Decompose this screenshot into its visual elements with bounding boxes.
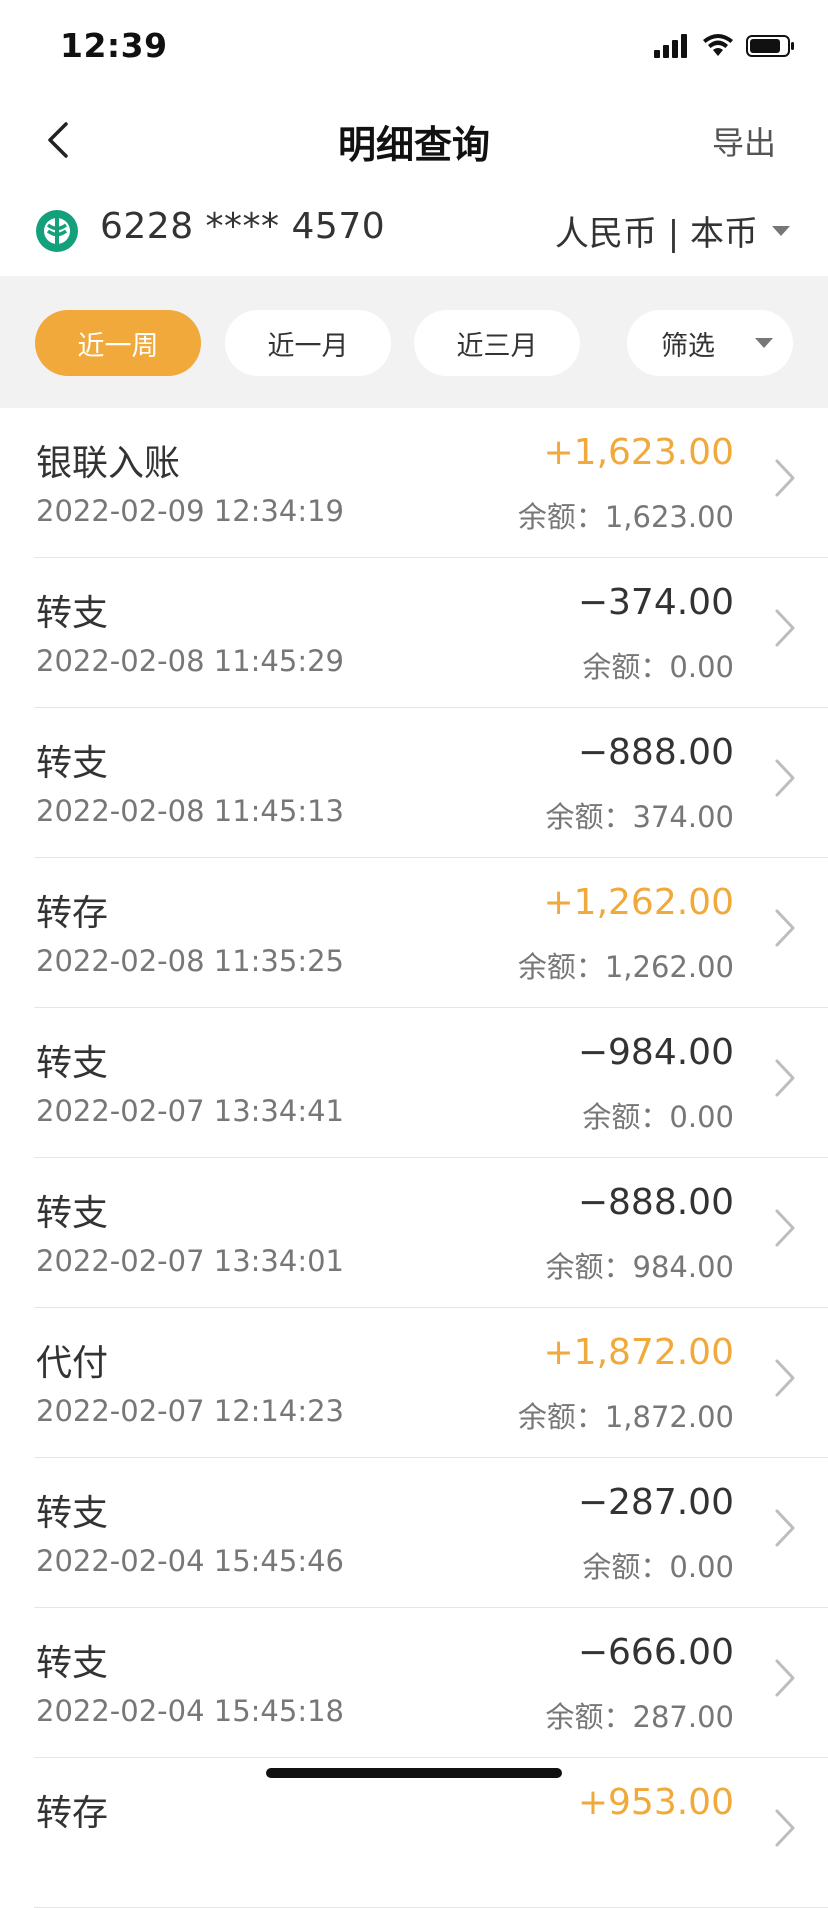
transaction-row[interactable]: 转支 2022-02-04 15:45:18 −666.00 余额：287.00 xyxy=(0,1608,828,1758)
transaction-row[interactable]: 代付 2022-02-07 12:14:23 +1,872.00 余额：1,872.0… xyxy=(0,1308,828,1458)
transaction-row[interactable]: 转支 2022-02-07 13:34:01 −888.00 余额：984.00 xyxy=(0,1158,828,1308)
transaction-amount: −666.00 xyxy=(577,1632,734,1673)
transaction-time: 2022-02-04 15:45:46 xyxy=(36,1544,344,1578)
transaction-balance: 余额：0.00 xyxy=(582,644,734,686)
chevron-right-icon xyxy=(775,609,795,647)
balance-prefix: 余额： xyxy=(517,500,605,534)
transaction-row[interactable]: 转存 +953.00 xyxy=(0,1758,828,1908)
transaction-title: 转支 xyxy=(36,593,109,634)
transaction-title: 转支 xyxy=(36,743,109,784)
transaction-title: 转存 xyxy=(36,893,109,934)
transaction-row[interactable]: 转支 2022-02-08 11:45:29 −374.00 余额：0.00 xyxy=(0,558,828,708)
transaction-row[interactable]: 转存 2022-02-08 11:35:25 +1,262.00 余额：1,262.0… xyxy=(0,858,828,1008)
transaction-time: 2022-02-08 11:35:25 xyxy=(36,944,344,978)
export-button[interactable]: 导出 xyxy=(712,118,776,164)
transaction-balance: 余额：1,872.00 xyxy=(518,1394,734,1436)
chevron-right-icon xyxy=(775,1509,795,1547)
balance-prefix: 余额： xyxy=(545,800,633,834)
transaction-amount: +1,623.00 xyxy=(543,432,734,473)
transaction-title: 银联入账 xyxy=(36,443,181,484)
transaction-title: 代付 xyxy=(36,1343,109,1384)
transaction-amount: −888.00 xyxy=(577,732,734,773)
balance-prefix: 余额： xyxy=(545,1700,633,1734)
caret-down-icon xyxy=(755,338,773,348)
transaction-row[interactable]: 转支 2022-02-07 13:34:41 −984.00 余额：0.00 xyxy=(0,1008,828,1158)
balance-value: 1,262.00 xyxy=(604,950,734,984)
card-number: 6228 **** 4570 xyxy=(100,206,386,247)
transaction-row[interactable]: 转支 2022-02-04 15:45:46 −287.00 余额：0.00 xyxy=(0,1458,828,1608)
transaction-amount: −888.00 xyxy=(577,1182,734,1223)
balance-prefix: 余额： xyxy=(517,950,605,984)
caret-down-icon xyxy=(772,225,790,236)
chevron-right-icon xyxy=(775,1659,795,1697)
filter-chip-week[interactable]: 近一周 xyxy=(35,310,201,376)
balance-value: 984.00 xyxy=(632,1250,734,1284)
bank-logo-icon xyxy=(36,210,78,252)
transaction-balance: 余额：984.00 xyxy=(546,1244,735,1286)
filter-bar: 近一周 近一月 近三月 筛选 xyxy=(0,276,828,408)
transaction-balance: 余额：1,623.00 xyxy=(518,494,734,536)
account-row: 6228 **** 4570 人民币 | 本币 xyxy=(0,188,828,276)
transaction-row[interactable]: 转支 2022-02-08 11:45:13 −888.00 余额：374.00 xyxy=(0,708,828,858)
chevron-right-icon xyxy=(775,909,795,947)
transaction-balance: 余额：0.00 xyxy=(582,1094,734,1136)
status-icons xyxy=(654,34,796,58)
balance-prefix: 余额： xyxy=(545,1250,633,1284)
transaction-amount: −984.00 xyxy=(577,1032,734,1073)
balance-prefix: 余额： xyxy=(582,1100,670,1134)
signal-icon xyxy=(654,34,687,58)
wifi-icon xyxy=(703,34,733,56)
chevron-right-icon xyxy=(775,459,795,497)
balance-prefix: 余额： xyxy=(582,650,670,684)
chevron-right-icon xyxy=(775,759,795,797)
balance-prefix: 余额： xyxy=(582,1550,670,1584)
transaction-balance: 余额：374.00 xyxy=(546,794,735,836)
balance-value: 1,872.00 xyxy=(604,1400,734,1434)
transaction-amount: −287.00 xyxy=(577,1482,734,1523)
chevron-right-icon xyxy=(775,1209,795,1247)
transaction-time: 2022-02-07 13:34:01 xyxy=(36,1244,344,1278)
transaction-list: 银联入账 2022-02-09 12:34:19 +1,623.00 余额：1,623… xyxy=(0,408,828,1908)
balance-value: 287.00 xyxy=(632,1700,734,1734)
transaction-amount: −374.00 xyxy=(577,582,734,623)
transaction-balance: 余额：0.00 xyxy=(582,1544,734,1586)
transaction-title: 转支 xyxy=(36,1193,109,1234)
status-time: 12:39 xyxy=(60,26,168,65)
chevron-right-icon xyxy=(775,1359,795,1397)
balance-value: 374.00 xyxy=(632,800,734,834)
balance-value: 0.00 xyxy=(669,650,734,684)
balance-value: 0.00 xyxy=(669,1100,734,1134)
filter-chip-month[interactable]: 近一月 xyxy=(225,310,391,376)
transaction-amount: +1,262.00 xyxy=(543,882,734,923)
currency-label: 人民币 | 本币 xyxy=(554,214,758,254)
transaction-time: 2022-02-09 12:34:19 xyxy=(36,494,344,528)
transaction-balance: 余额：1,262.00 xyxy=(518,944,734,986)
transaction-time: 2022-02-08 11:45:29 xyxy=(36,644,344,678)
filter-chip-three-months[interactable]: 近三月 xyxy=(414,310,580,376)
chevron-right-icon xyxy=(775,1059,795,1097)
transaction-balance: 余额：287.00 xyxy=(546,1694,735,1736)
transaction-amount: +1,872.00 xyxy=(543,1332,734,1373)
filter-label: 筛选 xyxy=(661,330,715,362)
transaction-amount: +953.00 xyxy=(577,1782,734,1823)
transaction-time: 2022-02-07 13:34:41 xyxy=(36,1094,344,1128)
battery-icon xyxy=(746,35,794,57)
nav-bar: 明细查询 导出 xyxy=(0,92,828,188)
page-title: 明细查询 xyxy=(337,123,490,167)
balance-value: 0.00 xyxy=(669,1550,734,1584)
chevron-right-icon xyxy=(775,1809,795,1847)
balance-value: 1,623.00 xyxy=(604,500,734,534)
transaction-title: 转支 xyxy=(36,1643,109,1684)
transaction-title: 转支 xyxy=(36,1043,109,1084)
transaction-time: 2022-02-04 15:45:18 xyxy=(36,1694,344,1728)
transaction-row[interactable]: 银联入账 2022-02-09 12:34:19 +1,623.00 余额：1,623… xyxy=(0,408,828,558)
transaction-time: 2022-02-08 11:45:13 xyxy=(36,794,344,828)
status-bar: 12:39 xyxy=(0,0,828,92)
currency-select[interactable]: 人民币 | 本币 xyxy=(555,206,790,255)
filter-button[interactable]: 筛选 xyxy=(627,310,793,376)
balance-prefix: 余额： xyxy=(517,1400,605,1434)
home-indicator[interactable] xyxy=(266,1768,562,1778)
transaction-title: 转支 xyxy=(36,1493,109,1534)
transaction-time: 2022-02-07 12:14:23 xyxy=(36,1394,344,1428)
